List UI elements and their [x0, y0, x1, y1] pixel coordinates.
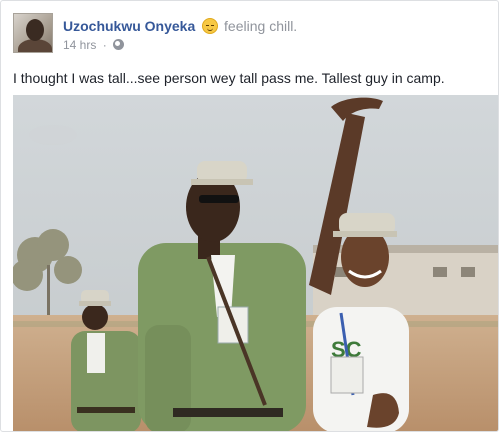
- author-avatar[interactable]: [13, 13, 53, 53]
- post-body-text: I thought I was tall...see person wey ta…: [13, 70, 445, 86]
- post-timestamp[interactable]: 14 hrs: [63, 38, 96, 52]
- post-header: Uzochukwu Onyeka feeling chill. 14 hrs ·: [13, 13, 483, 55]
- author-name-link[interactable]: Uzochukwu Onyeka: [63, 18, 195, 34]
- post-photo[interactable]: SC: [13, 95, 498, 431]
- globe-icon[interactable]: [113, 39, 125, 50]
- post-meta: 14 hrs ·: [63, 37, 125, 53]
- meta-separator: ·: [102, 38, 107, 52]
- author-line: Uzochukwu Onyeka feeling chill.: [63, 17, 297, 35]
- photo-illustration: SC: [13, 95, 498, 431]
- feeling-text: feeling chill.: [224, 18, 298, 34]
- facebook-post: Uzochukwu Onyeka feeling chill. 14 hrs ·…: [0, 0, 499, 432]
- relieved-face-icon: [202, 18, 219, 34]
